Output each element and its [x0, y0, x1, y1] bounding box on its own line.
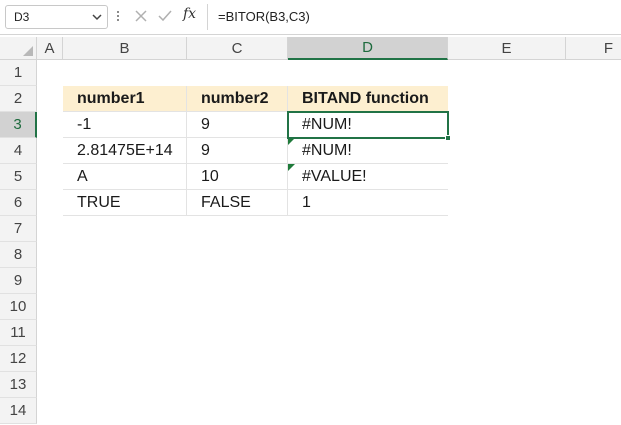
row-header-4[interactable]: 4 — [0, 138, 37, 164]
row-header-1[interactable]: 1 — [0, 60, 37, 86]
cell-d6[interactable]: 1 — [288, 190, 448, 216]
row-header-13[interactable]: 13 — [0, 372, 37, 398]
cell-b2-header[interactable]: number1 — [63, 86, 187, 112]
more-options-icon[interactable] — [115, 9, 121, 25]
row-header-9[interactable]: 9 — [0, 268, 37, 294]
row-header-3[interactable]: 3 — [0, 112, 37, 138]
cell-d4[interactable]: #NUM! — [288, 138, 448, 164]
cell-c2-header[interactable]: number2 — [187, 86, 288, 112]
chevron-down-icon[interactable] — [91, 10, 103, 24]
cell-b6[interactable]: TRUE — [63, 190, 187, 216]
column-header-e[interactable]: E — [448, 37, 566, 60]
column-header-a[interactable]: A — [37, 37, 63, 60]
column-header-f[interactable]: F — [566, 37, 621, 60]
enter-check-icon[interactable] — [157, 8, 173, 24]
error-indicator-icon[interactable] — [288, 138, 295, 145]
cell-d5-value: #VALUE! — [302, 167, 367, 185]
cancel-icon[interactable] — [133, 8, 149, 24]
column-header-d[interactable]: D — [288, 37, 448, 60]
cell-c3[interactable]: 9 — [187, 112, 288, 138]
row-header-5[interactable]: 5 — [0, 164, 37, 190]
error-indicator-icon[interactable] — [288, 164, 295, 171]
column-header-c[interactable]: C — [187, 37, 288, 60]
cell-b3[interactable]: -1 — [63, 112, 187, 138]
cell-b4[interactable]: 2.81475E+14 — [63, 138, 187, 164]
name-box[interactable]: D3 — [5, 5, 108, 29]
formula-bar-divider — [207, 4, 208, 30]
select-all-corner[interactable] — [0, 37, 37, 60]
cell-b5[interactable]: A — [63, 164, 187, 190]
cell-c5[interactable]: 10 — [187, 164, 288, 190]
row-header-7[interactable]: 7 — [0, 216, 37, 242]
cell-d4-value: #NUM! — [302, 141, 352, 159]
row-header-2[interactable]: 2 — [0, 86, 37, 112]
row-header-8[interactable]: 8 — [0, 242, 37, 268]
row-header-14[interactable]: 14 — [0, 398, 37, 424]
row-header-11[interactable]: 11 — [0, 320, 37, 346]
formula-bar: D3 fx =BITOR(B3,C3) — [0, 0, 621, 35]
row-header-12[interactable]: 12 — [0, 346, 37, 372]
name-box-value: D3 — [14, 10, 30, 24]
formula-input[interactable]: =BITOR(B3,C3) — [218, 9, 310, 24]
cell-c4[interactable]: 9 — [187, 138, 288, 164]
cell-d5[interactable]: #VALUE! — [288, 164, 448, 190]
cell-c6[interactable]: FALSE — [187, 190, 288, 216]
cell-d3[interactable]: #NUM! — [288, 112, 448, 138]
column-header-b[interactable]: B — [63, 37, 187, 60]
cell-d2-header[interactable]: BITAND function — [288, 86, 448, 112]
insert-function-icon[interactable]: fx — [183, 6, 196, 22]
row-header-10[interactable]: 10 — [0, 294, 37, 320]
row-header-6[interactable]: 6 — [0, 190, 37, 216]
